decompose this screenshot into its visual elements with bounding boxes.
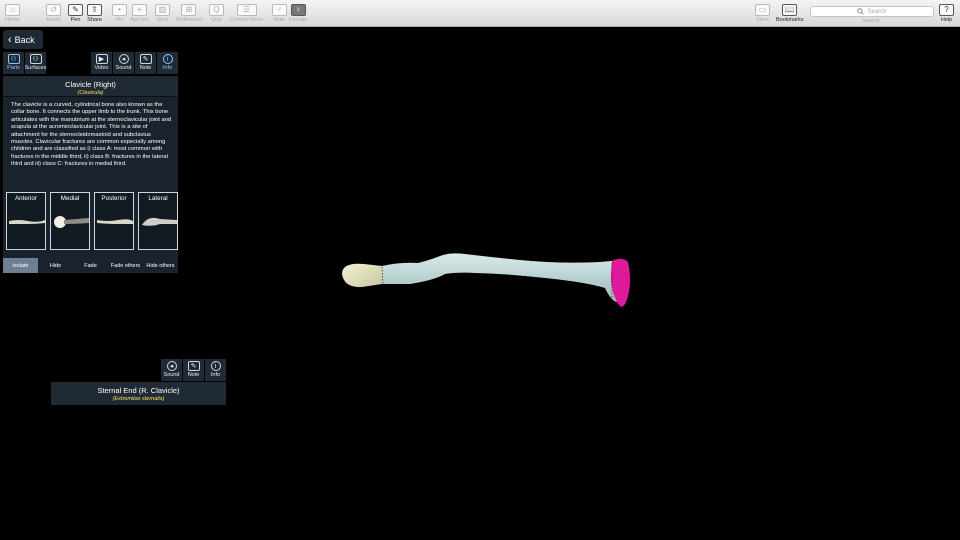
view-anterior[interactable]: Anterior [6,192,46,250]
sub-tab-sound[interactable]: ◂ Sound [161,359,182,381]
store-icon: ▭ [755,4,770,16]
pin-button[interactable]: • Pin [112,4,127,26]
multiselect-button[interactable]: ⊞ Multiselect [176,4,202,26]
info-icon: i [210,361,221,371]
clavicle-thumbnail [97,219,133,224]
sternal-end[interactable] [342,263,382,288]
reset-icon: ↺ [46,4,61,16]
sub-tab-info[interactable]: i Info [205,359,226,381]
note-icon: ✎ [187,361,200,371]
pin-icon: • [112,4,127,16]
back-button[interactable]: ‹ Back [3,30,43,49]
view-posterior[interactable]: Posterior [94,192,134,250]
selected-part-title: Sternal End (R. Clavicle) [97,386,180,395]
note-icon: ✎ [139,54,152,64]
panel-latin-name: (Clavicula) [77,90,104,96]
tab-video[interactable]: ▶ Video [91,52,112,74]
multiselect-icon: ⊞ [181,4,197,16]
panel-description: The clavicle is a curved, cylindrical bo… [11,102,172,168]
search-icon [857,8,865,15]
add-pin-button[interactable]: + Add pin [130,4,149,26]
control-menu-button[interactable]: ☰ Control Menu [230,4,263,26]
sound-icon: ◂ [166,361,177,371]
hide-others-button[interactable]: Hide others [143,258,178,273]
anatomy-app: ⌂ Home ↺ Reset ✎ Pen ⇪ Share • Pin + Add… [0,0,960,540]
view-thumbnails: Anterior Medial Posterior Lateral [6,192,178,250]
store-button[interactable]: ▭ Store [755,4,770,26]
reset-button[interactable]: ↺ Reset [46,4,61,26]
info-icon: i [162,54,173,64]
view-medial[interactable]: Medial [50,192,90,250]
top-toolbar: ⌂ Home ↺ Reset ✎ Pen ⇪ Share • Pin + Add… [0,0,960,27]
male-button[interactable]: ♂ Male [272,4,287,26]
surfaces-icon: ⚇ [29,54,42,64]
video-icon: ▶ [95,54,108,64]
search-input[interactable]: Search [810,6,934,17]
add-pin-icon: + [131,4,147,16]
isolate-button[interactable]: Isolate [3,258,38,273]
fade-button[interactable]: Fade [73,258,108,273]
search-label: Search [862,18,880,24]
hide-button[interactable]: Hide [38,258,73,273]
panel-title: Clavicle (Right) [65,80,116,89]
home-button[interactable]: ⌂ Home [5,4,20,26]
selected-part-label: Sternal End (R. Clavicle) (Extremitas st… [51,382,226,405]
share-icon: ⇪ [87,4,102,16]
clavicle-thumbnail [9,220,45,224]
pen-icon: ✎ [68,4,83,16]
share-button[interactable]: ⇪ Share [87,4,102,26]
female-icon: ♀ [290,4,306,16]
slice-button[interactable]: ▥ Slice [155,4,170,26]
sub-tab-note[interactable]: ✎ Note [183,359,204,381]
panel-header: Clavicle (Right) (Clavicula) [3,76,178,97]
tab-info[interactable]: i Info [157,52,178,74]
clavicle-thumbnail [142,217,177,226]
quiz-icon: Q [209,4,224,16]
bookmarks-icon: 📖 [782,4,798,16]
quiz-button[interactable]: Q Quiz [209,4,224,26]
parts-icon: ⚇ [7,54,20,64]
pen-button[interactable]: ✎ Pen [68,4,83,26]
clavicle-thumbnail [54,216,89,228]
tab-surfaces[interactable]: ⚇ Surfaces [25,52,46,74]
bookmarks-button[interactable]: 📖 Bookmarks [776,4,804,26]
fade-others-button[interactable]: Fade others [108,258,143,273]
tab-parts[interactable]: ⚇ Parts [3,52,24,74]
selected-part-latin: (Extremitas sternalis) [112,396,165,402]
home-icon: ⌂ [5,4,20,16]
male-icon: ♂ [272,4,287,16]
chevron-left-icon: ‹ [8,33,12,46]
sound-icon: ◂ [118,54,129,64]
view-lateral[interactable]: Lateral [138,192,178,250]
clavicle-3d-model[interactable] [330,240,640,320]
female-button[interactable]: ♀ Female [289,4,307,26]
control-menu-icon: ☰ [236,4,257,16]
slice-icon: ▥ [155,4,170,16]
tab-note[interactable]: ✎ Note [135,52,156,74]
action-bar: Isolate Hide Fade Fade others Hide other… [3,258,178,273]
help-button[interactable]: ? Help [939,4,954,26]
clavicle-shaft[interactable] [382,253,628,303]
help-icon: ? [939,4,954,16]
info-panel: Clavicle (Right) (Clavicula) The clavicl… [3,76,178,273]
tab-sound[interactable]: ◂ Sound [113,52,134,74]
